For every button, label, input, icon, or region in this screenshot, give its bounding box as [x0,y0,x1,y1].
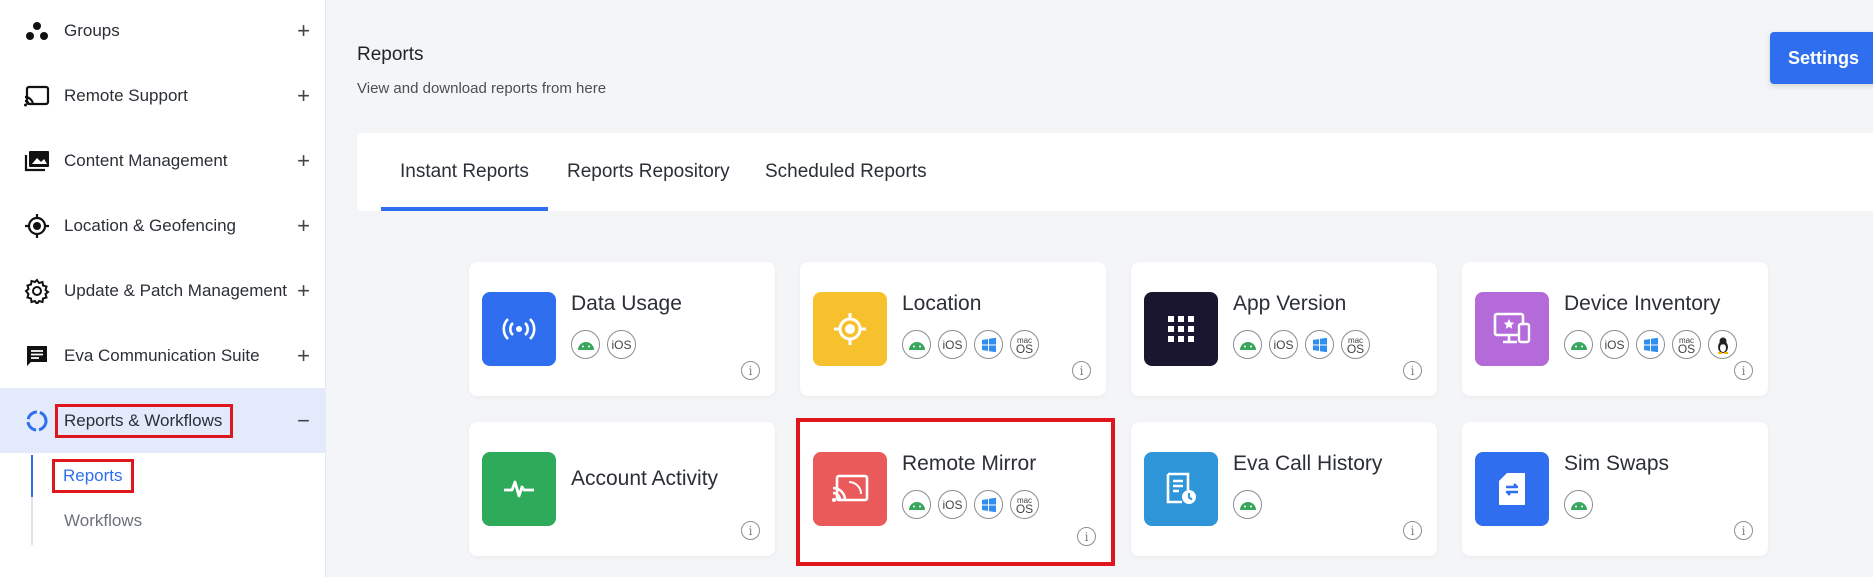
sidebar-item-location-geofencing[interactable]: Location & Geofencing + [0,193,326,258]
ios-icon: iOS [607,330,636,359]
report-card-account-activity[interactable]: Account Activity i [469,422,775,556]
sidebar-item-label: Groups [64,20,120,40]
ios-icon: iOS [938,330,967,359]
platform-list [1564,490,1593,519]
android-icon [902,330,931,359]
location-target-icon [813,292,887,366]
gear-icon [24,277,50,304]
info-icon[interactable]: i [1403,521,1422,540]
info-icon[interactable]: i [1077,527,1096,546]
linux-icon [1708,330,1737,359]
expand-icon[interactable]: + [297,279,310,302]
android-icon [1233,490,1262,519]
macos-icon: mac OS [1010,490,1039,519]
tab-scheduled-reports[interactable]: Scheduled Reports [765,133,927,211]
android-icon [902,490,931,519]
call-history-icon [1144,452,1218,526]
report-name: Sim Swaps [1564,452,1670,475]
expand-icon[interactable]: + [297,19,310,42]
expand-icon[interactable]: + [297,149,310,172]
groups-icon [24,18,50,44]
platform-list [1233,490,1262,519]
sim-swap-icon [1475,452,1549,526]
sidebar-item-label: Eva Communication Suite [64,345,260,365]
settings-button[interactable]: Settings [1770,32,1873,84]
report-card-location[interactable]: Location iOS mac OS i [800,262,1106,396]
report-name: Location [902,292,982,315]
android-icon [1233,330,1262,359]
sidebar-item-remote-support[interactable]: Remote Support + [0,63,326,128]
info-icon[interactable]: i [1734,521,1753,540]
report-tabs: Instant Reports Reports Repository Sched… [357,133,1873,211]
report-card-data-usage[interactable]: Data Usage iOS i [469,262,775,396]
info-icon[interactable]: i [1734,361,1753,380]
reports-ring-icon [24,408,50,434]
expand-icon[interactable]: + [297,214,310,237]
platform-list: iOS mac OS [902,490,1039,519]
submenu-active-indicator [31,455,33,497]
sidebar-item-label: Reports & Workflows [55,403,234,438]
cast-icon [813,452,887,526]
location-target-icon [24,213,50,239]
windows-icon [974,490,1003,519]
report-name: Remote Mirror [902,452,1037,475]
page-title: Reports [357,44,424,65]
info-icon[interactable]: i [741,361,760,380]
activity-pulse-icon [482,452,556,526]
expand-icon[interactable]: + [297,344,310,367]
report-card-app-version[interactable]: App Version iOS mac OS i [1131,262,1437,396]
collapse-icon[interactable]: − [297,409,310,432]
gallery-icon [24,148,50,174]
platform-list: iOS mac OS [1564,330,1737,359]
sidebar-item-label: Location & Geofencing [64,215,237,235]
sidebar-item-groups[interactable]: Groups + [0,0,326,63]
sidebar-subitem-reports[interactable]: Reports [52,459,134,493]
report-card-sim-swaps[interactable]: Sim Swaps i [1462,422,1768,556]
tab-reports-repository[interactable]: Reports Repository [567,133,730,211]
tab-instant-reports[interactable]: Instant Reports [381,133,548,211]
sidebar-item-content-management[interactable]: Content Management + [0,128,326,193]
page-subtitle: View and download reports from here [357,80,607,97]
report-name: Data Usage [571,292,682,315]
platform-list: iOS mac OS [902,330,1039,359]
info-icon[interactable]: i [1403,361,1422,380]
sidebar-item-eva-communication[interactable]: Eva Communication Suite + [0,323,326,388]
android-icon [1564,330,1593,359]
report-name: App Version [1233,292,1347,315]
platform-list: iOS mac OS [1233,330,1370,359]
sidebar-item-update-patch[interactable]: Update & Patch Management + [0,258,326,323]
cast-icon [24,83,50,109]
info-icon[interactable]: i [741,521,760,540]
ios-icon: iOS [1600,330,1629,359]
report-name: Account Activity [571,467,719,490]
report-card-device-inventory[interactable]: Device Inventory iOS mac OS i [1462,262,1768,396]
platform-list: iOS [571,330,636,359]
sidebar-subitem-workflows[interactable]: Workflows [64,511,142,531]
windows-icon [1305,330,1334,359]
info-icon[interactable]: i [1072,361,1091,380]
sidebar-item-label: Update & Patch Management [64,280,288,300]
sidebar-item-label: Content Management [64,150,228,170]
wifi-signal-icon [482,292,556,366]
sidebar: Groups + Remote Support + Content Manage… [0,0,326,577]
device-inventory-icon [1475,292,1549,366]
apps-grid-icon [1144,292,1218,366]
android-icon [571,330,600,359]
report-card-eva-call-history[interactable]: Eva Call History i [1131,422,1437,556]
expand-icon[interactable]: + [297,84,310,107]
ios-icon: iOS [938,490,967,519]
sidebar-item-label: Remote Support [64,85,188,105]
chat-icon [24,343,50,369]
macos-icon: mac OS [1672,330,1701,359]
report-card-remote-mirror[interactable]: Remote Mirror iOS mac OS i [796,418,1115,566]
macos-icon: mac OS [1010,330,1039,359]
sidebar-item-reports-workflows[interactable]: Reports & Workflows − [0,388,326,453]
windows-icon [974,330,1003,359]
report-name: Eva Call History [1233,452,1383,475]
windows-icon [1636,330,1665,359]
android-icon [1564,490,1593,519]
ios-icon: iOS [1269,330,1298,359]
report-name: Device Inventory [1564,292,1721,315]
macos-icon: mac OS [1341,330,1370,359]
